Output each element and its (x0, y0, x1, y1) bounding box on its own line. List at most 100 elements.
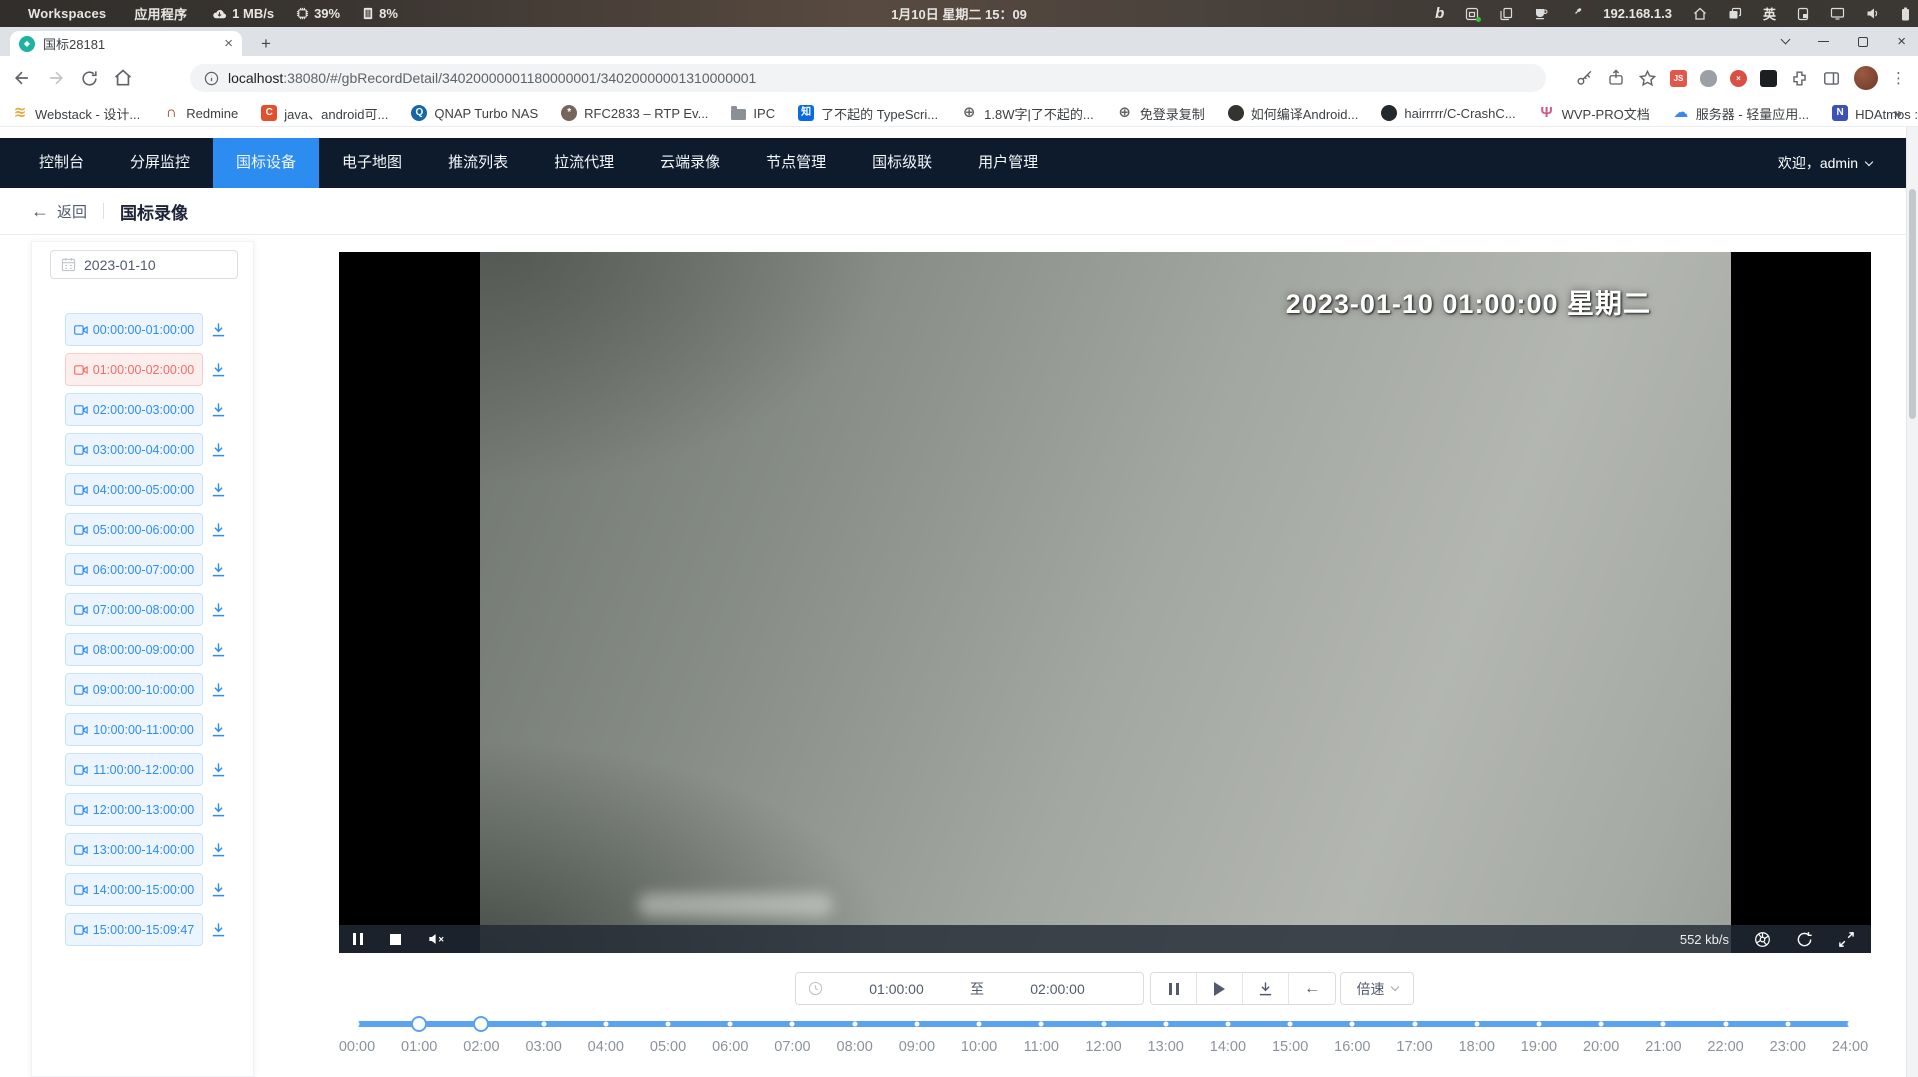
bookmark-item[interactable]: ≋Webstack - 设计... (12, 104, 140, 123)
segment-download-button[interactable] (210, 561, 227, 578)
extension-icon-dark[interactable] (1760, 70, 1777, 87)
display-tray-icon[interactable] (1830, 7, 1845, 20)
coffee-tray-icon[interactable] (1534, 7, 1548, 20)
segment-button[interactable]: 12:00:00-13:00:00 (65, 793, 203, 826)
segment-button[interactable]: 02:00:00-03:00:00 (65, 393, 203, 426)
segment-download-button[interactable] (210, 601, 227, 618)
segment-download-button[interactable] (210, 481, 227, 498)
segment-button[interactable]: 14:00:00-15:00:00 (65, 873, 203, 906)
segment-download-button[interactable] (210, 721, 227, 738)
tab-search-chevron-icon[interactable] (1781, 35, 1791, 45)
tab-close-icon[interactable]: × (224, 36, 233, 51)
reload-stream-icon[interactable] (1796, 931, 1813, 948)
bookmark-item[interactable]: 知了不起的 TypeScri... (798, 104, 938, 123)
nav-item-pull-proxy[interactable]: 拉流代理 (531, 138, 637, 188)
tablet-tray-icon[interactable] (1797, 7, 1809, 21)
bookmark-item[interactable]: ☁服务器 - 轻量应用... (1673, 104, 1809, 123)
user-menu[interactable]: 欢迎，admin (1778, 138, 1906, 188)
segment-button[interactable]: 11:00:00-12:00:00 (65, 753, 203, 786)
memory-usage-indicator[interactable]: 8% (351, 6, 409, 21)
applications-menu[interactable]: 应用程序 (120, 4, 201, 23)
nav-item-push-list[interactable]: 推流列表 (425, 138, 531, 188)
close-window-button[interactable]: × (1897, 34, 1906, 49)
segment-button[interactable]: 09:00:00-10:00:00 (65, 673, 203, 706)
nav-item-cloud-record[interactable]: 云端录像 (637, 138, 743, 188)
date-picker-input[interactable]: 2023-01-10 (50, 250, 238, 279)
menu-kebab-icon[interactable]: ⋮ (1891, 69, 1906, 87)
range-start-value[interactable]: 01:00:00 (823, 981, 970, 997)
segment-download-button[interactable] (210, 881, 227, 898)
download-button[interactable] (1243, 973, 1289, 1004)
info-icon[interactable] (204, 71, 219, 86)
nav-item-gb-cascade[interactable]: 国标级联 (849, 138, 955, 188)
segment-button[interactable]: 13:00:00-14:00:00 (65, 833, 203, 866)
segment-download-button[interactable] (210, 321, 227, 338)
bookmark-item[interactable]: NHDAtmos :: 种子 *... (1832, 104, 1918, 123)
segment-button[interactable]: 06:00:00-07:00:00 (65, 553, 203, 586)
nav-item-e-map[interactable]: 电子地图 (319, 138, 425, 188)
range-end-value[interactable]: 02:00:00 (984, 981, 1131, 997)
profile-avatar[interactable] (1854, 66, 1878, 90)
player-pause-icon[interactable] (353, 933, 363, 945)
segment-download-button[interactable] (210, 361, 227, 378)
back-arrow-icon[interactable]: ← (31, 201, 49, 222)
slider-handle[interactable] (411, 1016, 427, 1032)
side-panel-icon[interactable] (1822, 69, 1841, 88)
volume-tray-icon[interactable] (1866, 7, 1880, 20)
timeline-slider[interactable]: 00:0001:0002:0003:0004:0005:0006:0007:00… (357, 1015, 1850, 1071)
bookmark-item[interactable]: 如何编译Android... (1228, 104, 1359, 123)
segment-button[interactable]: 08:00:00-09:00:00 (65, 633, 203, 666)
back-link[interactable]: 返回 (57, 201, 87, 222)
bing-tray-icon[interactable]: b (1435, 5, 1444, 22)
fullscreen-icon[interactable] (1838, 931, 1855, 948)
play-button[interactable] (1197, 973, 1243, 1004)
ip-address-indicator[interactable]: 192.168.1.3 (1603, 6, 1672, 21)
home-tray-icon[interactable] (1693, 7, 1707, 20)
share-icon[interactable] (1607, 69, 1625, 87)
video-player[interactable]: 2023-01-10 01:00:00 星期二 552 kb/s (339, 252, 1871, 953)
segment-download-button[interactable] (210, 681, 227, 698)
nav-item-multi-screen[interactable]: 分屏监控 (107, 138, 213, 188)
desktop-clock[interactable]: 1月10日 星期二 15：09 (891, 4, 1027, 23)
scrollbar-thumb[interactable] (1909, 189, 1916, 419)
nav-item-console[interactable]: 控制台 (16, 138, 107, 188)
bookmark-item[interactable]: ⊕1.8W字|了不起的... (961, 104, 1094, 123)
segment-button[interactable]: 07:00:00-08:00:00 (65, 593, 203, 626)
segment-button[interactable]: 05:00:00-06:00:00 (65, 513, 203, 546)
bookmark-item[interactable]: IPC (731, 106, 775, 121)
segment-button[interactable]: 10:00:00-11:00:00 (65, 713, 203, 746)
bookmark-item[interactable]: QQNAP Turbo NAS (411, 105, 538, 121)
browser-tab[interactable]: ◆ 国标28181 × (10, 31, 242, 56)
page-scrollbar[interactable] (1906, 127, 1918, 1077)
home-button[interactable] (113, 68, 133, 88)
player-stop-icon[interactable] (390, 934, 401, 945)
segment-download-button[interactable] (210, 521, 227, 538)
extension-icon-js[interactable]: JS (1670, 70, 1687, 87)
restore-window-button[interactable] (1858, 37, 1868, 47)
extension-icon-blocker[interactable]: × (1730, 70, 1747, 87)
segment-download-button[interactable] (210, 841, 227, 858)
segment-button[interactable]: 04:00:00-05:00:00 (65, 473, 203, 506)
bookmark-item[interactable]: Cjava、android可... (261, 104, 388, 123)
segment-download-button[interactable] (210, 441, 227, 458)
color-picker-tray-icon[interactable] (1569, 7, 1582, 20)
segment-button[interactable]: 00:00:00-01:00:00 (65, 313, 203, 346)
url-bar[interactable]: localhost:38080/#/gbRecordDetail/3402000… (190, 64, 1546, 92)
bookmark-item[interactable]: hairrrrr/C-CrashC... (1381, 105, 1515, 121)
workspaces-button[interactable]: Workspaces (14, 6, 120, 21)
nav-item-user-manage[interactable]: 用户管理 (955, 138, 1061, 188)
segment-button[interactable]: 03:00:00-04:00:00 (65, 433, 203, 466)
slider-handle[interactable] (473, 1016, 489, 1032)
segment-download-button[interactable] (210, 401, 227, 418)
new-tab-button[interactable]: + (254, 32, 278, 56)
nav-item-node-manage[interactable]: 节点管理 (743, 138, 849, 188)
nav-item-gb-device[interactable]: 国标设备 (213, 138, 319, 188)
seek-current-button[interactable]: ← (1289, 973, 1335, 1004)
pause-button[interactable] (1151, 973, 1197, 1004)
speed-button[interactable]: 倍速 (1340, 972, 1414, 1005)
cpu-usage-indicator[interactable]: 39% (285, 6, 351, 21)
reload-button[interactable] (80, 69, 99, 88)
segment-download-button[interactable] (210, 761, 227, 778)
bookmarks-overflow-button[interactable]: » (1894, 105, 1902, 122)
bookmark-item[interactable]: ⊕免登录复制 (1117, 104, 1205, 123)
